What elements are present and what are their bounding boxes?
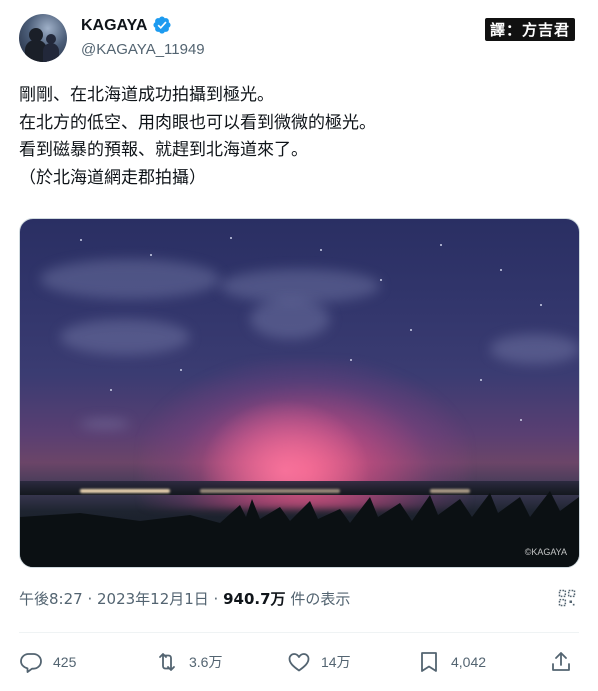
qr-code-icon[interactable] xyxy=(557,588,577,608)
view-count: 940.7万 xyxy=(223,590,286,608)
divider xyxy=(19,632,579,633)
timestamp[interactable]: 午後8:27 · 2023年12月1日 · xyxy=(19,590,223,608)
tweet-line: 在北方的低空、用肉眼也可以看到微微的極光。 xyxy=(19,112,376,133)
bookmark-icon xyxy=(421,652,437,672)
tweet-header: KAGAYA @KAGAYA_11949 譯：方吉君 xyxy=(19,14,579,64)
aurora-photo[interactable]: ©KAGAYA xyxy=(19,218,580,568)
tweet-text: 剛剛、在北海道成功拍攝到極光。 在北方的低空、用肉眼也可以看到微微的極光。 看到… xyxy=(19,82,579,192)
image-watermark: ©KAGAYA xyxy=(524,547,567,557)
like-count: 14万 xyxy=(321,654,351,670)
tweet-line: 看到磁暴的預報、就趕到北海道來了。 xyxy=(19,140,308,160)
view-label: 件の表示 xyxy=(285,590,351,608)
tweet-line: 剛剛、在北海道成功拍攝到極光。 xyxy=(19,85,274,105)
bookmark-count: 4,042 xyxy=(451,654,487,670)
translator-badge: 譯：方吉君 xyxy=(484,18,575,41)
action-bar: 425 3.6万 14万 4,042 xyxy=(19,648,579,676)
reply-count: 425 xyxy=(53,654,77,670)
share-button[interactable] xyxy=(549,648,573,676)
author-handle[interactable]: @KAGAYA_11949 xyxy=(81,41,205,58)
heart-icon xyxy=(288,653,310,672)
retweet-button[interactable]: 3.6万 xyxy=(155,648,222,676)
retweet-count: 3.6万 xyxy=(189,654,223,670)
avatar[interactable] xyxy=(19,14,67,62)
like-button[interactable]: 14万 xyxy=(287,648,351,676)
tweet-line: （於北海道網走郡拍攝） xyxy=(19,167,206,188)
reply-button[interactable]: 425 xyxy=(19,648,76,676)
author-name[interactable]: KAGAYA xyxy=(81,17,147,35)
retweet-icon xyxy=(159,653,175,671)
bookmark-button[interactable]: 4,042 xyxy=(417,648,486,676)
tweet-meta: 午後8:27 · 2023年12月1日 · 940.7万 件の表示 xyxy=(19,588,350,609)
share-icon xyxy=(552,652,570,671)
verified-badge-icon xyxy=(153,16,171,34)
reply-icon xyxy=(20,653,42,673)
